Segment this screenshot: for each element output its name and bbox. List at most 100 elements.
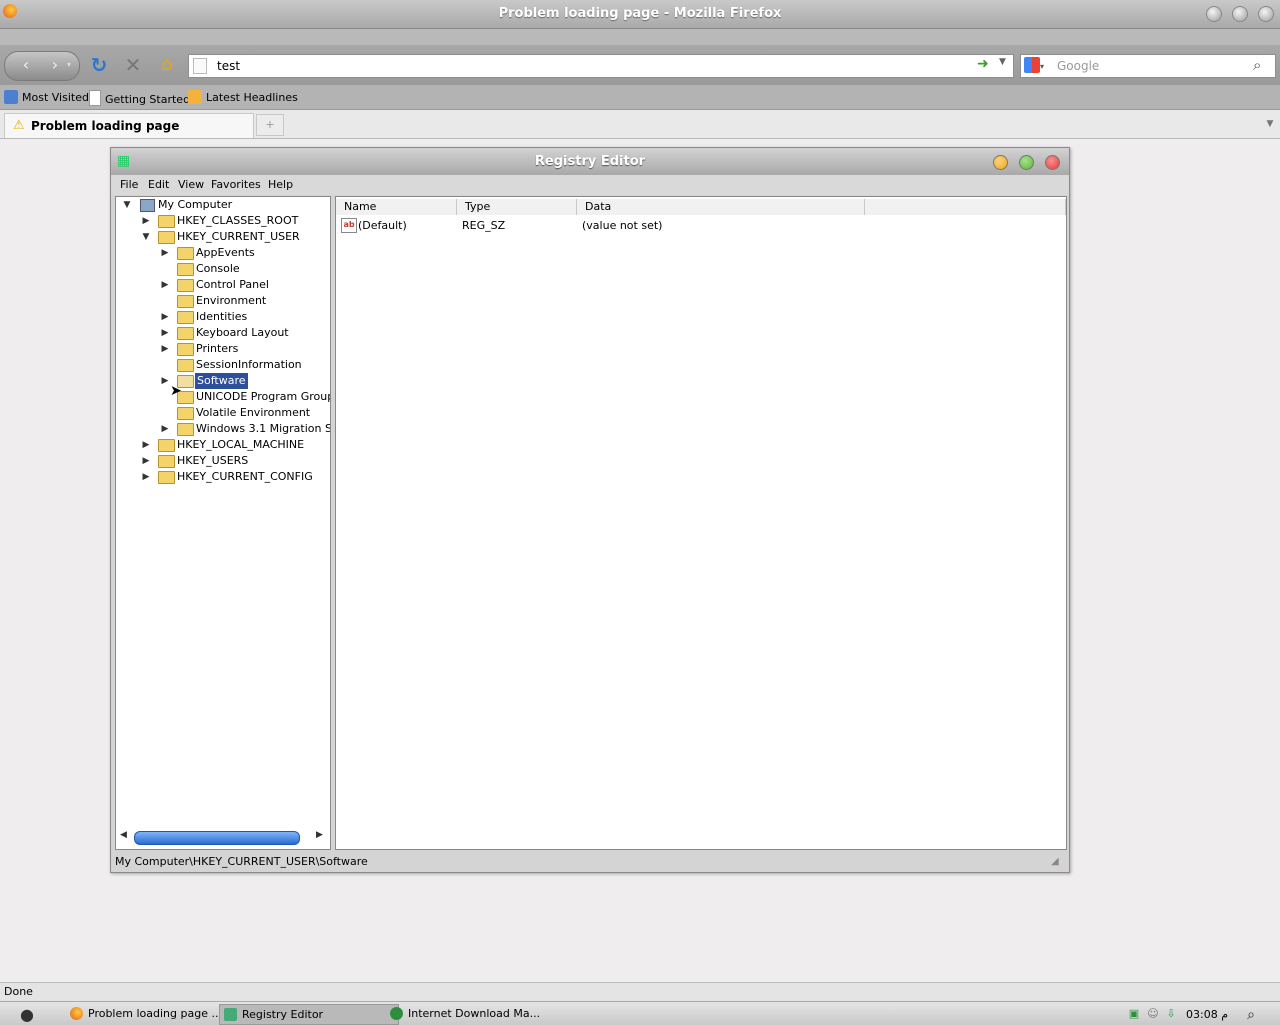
tree-horizontal-scrollbar[interactable]: ◀ ▶ [118,829,328,845]
expand-arrow-icon[interactable]: ▶ [141,453,151,469]
search-magnifier-icon[interactable]: ⌕ [1253,56,1261,74]
status-text: Done [4,985,33,998]
folder-icon [158,215,175,228]
string-value-icon: ab [341,218,357,233]
resize-grip-icon[interactable]: ◢ [1051,856,1063,868]
expand-arrow-icon[interactable]: ▶ [160,245,170,261]
expand-arrow-icon[interactable]: ▶ [141,437,151,453]
expand-arrow-icon[interactable]: ▶ [160,373,170,389]
regedit-icon [224,1008,237,1021]
search-icon[interactable]: ⌕ [1244,1007,1258,1023]
tab-problem-loading[interactable]: ⚠ Problem loading page [4,113,254,138]
close-button[interactable] [1258,6,1274,22]
value-data: (value not set) [582,219,663,232]
expand-arrow-icon[interactable]: ▶ [160,421,170,437]
folder-icon [177,295,194,308]
column-header-type[interactable]: Type [457,199,577,215]
search-engine-selector[interactable]: ▾ [1024,57,1054,75]
column-header-empty [865,199,1066,215]
task-internet-download-manager[interactable]: Internet Download Ma... [386,1004,548,1023]
scrollbar-thumb[interactable] [134,831,300,845]
most-visited-icon [4,90,18,104]
go-arrow-icon[interactable]: ➜ [977,56,989,72]
taskbar: ● Problem loading page ... Registry Edit… [0,1001,1280,1025]
menu-file[interactable]: File [120,178,138,191]
tab-list-button[interactable]: ▼ [1262,114,1278,134]
network-tray-icon[interactable]: ▣ [1127,1007,1141,1021]
firefox-statusbar: Done [0,982,1280,1001]
menu-favorites[interactable]: Favorites [211,178,261,191]
registry-tree-pane[interactable]: ▼ My Computer ▶ HKEY_CLASSES_ROOT ▼ HKEY… [115,196,331,850]
back-button[interactable]: ‹ [11,52,41,78]
column-header-data[interactable]: Data [577,199,865,215]
home-button[interactable]: ⌂ [156,52,178,78]
firefox-menubar [0,29,1280,45]
new-tab-button[interactable]: + [256,114,284,136]
collapse-arrow-icon[interactable]: ▼ [141,229,151,245]
tab-label: Problem loading page [31,119,180,133]
expand-arrow-icon[interactable]: ▶ [160,325,170,341]
mouse-cursor-icon: ➤ [170,383,182,399]
search-input[interactable]: Google [1057,59,1099,73]
regedit-maximize-button[interactable] [1019,155,1034,170]
folder-icon [158,455,175,468]
collapse-arrow-icon[interactable]: ▼ [122,197,132,213]
page-icon [89,90,101,106]
clock: 03:08 م [1186,1008,1229,1021]
folder-icon [177,343,194,356]
menu-view[interactable]: View [178,178,204,191]
bookmark-getting-started[interactable]: Getting Started [89,90,190,108]
folder-icon [177,359,194,372]
download-tray-icon[interactable]: ⇩ [1164,1007,1178,1021]
folder-icon [177,407,194,420]
regedit-titlebar[interactable]: ▦ Registry Editor [111,148,1069,175]
column-header-name[interactable]: Name [336,199,457,215]
folder-icon [177,247,194,260]
firefox-titlebar: Problem loading page - Mozilla Firefox [0,0,1280,29]
menu-help[interactable]: Help [268,178,293,191]
window-title: Problem loading page - Mozilla Firefox [498,6,782,21]
task-registry-editor[interactable]: Registry Editor [219,1004,399,1025]
forward-button[interactable]: › [43,52,67,78]
firefox-icon [70,1007,83,1020]
reload-button[interactable]: ↻ [88,52,110,78]
folder-icon [177,279,194,292]
expand-arrow-icon[interactable]: ▶ [160,277,170,293]
idm-icon [390,1007,403,1020]
folder-icon [158,439,175,452]
messenger-tray-icon[interactable]: ☺ [1146,1007,1160,1021]
regedit-status-path: My Computer\HKEY_CURRENT_USER\Software [115,855,368,868]
folder-icon [177,327,194,340]
search-bar[interactable]: ▾ Google ⌕ [1020,54,1276,78]
folder-icon [158,231,175,244]
expand-arrow-icon[interactable]: ▶ [141,469,151,485]
bookmark-most-visited[interactable]: Most Visited [4,90,89,106]
scroll-left-icon[interactable]: ◀ [120,830,127,840]
url-text[interactable]: test [217,59,240,73]
url-dropdown-icon[interactable]: ▼ [999,57,1006,67]
scroll-right-icon[interactable]: ▶ [316,830,323,840]
history-dropdown-icon[interactable]: ▾ [67,60,71,69]
task-firefox[interactable]: Problem loading page ... [66,1004,228,1023]
stop-button[interactable]: ✕ [122,52,144,78]
expand-arrow-icon[interactable]: ▶ [160,341,170,357]
menu-edit[interactable]: Edit [148,178,169,191]
registry-editor-window: ▦ Registry Editor File Edit View Favorit… [110,147,1070,873]
folder-icon [177,311,194,324]
folder-icon [177,423,194,436]
expand-arrow-icon[interactable]: ▶ [141,213,151,229]
value-row[interactable]: ab (Default) REG_SZ (value not set) [336,217,1064,235]
expand-arrow-icon[interactable]: ▶ [160,309,170,325]
computer-icon [140,199,155,212]
regedit-close-button[interactable] [1045,155,1060,170]
url-bar[interactable]: test ➜ ▼ [188,54,1014,78]
registry-values-pane[interactable]: Name Type Data ab (Default) REG_SZ (valu… [335,196,1067,850]
apple-menu-icon[interactable]: ● [20,1005,34,1024]
regedit-title: Registry Editor [534,154,646,169]
bookmark-latest-headlines[interactable]: Latest Headlines [188,90,298,106]
warning-icon: ⚠ [13,118,25,133]
maximize-button[interactable] [1232,6,1248,22]
regedit-minimize-button[interactable] [993,155,1008,170]
back-forward-group: ‹ › ▾ [4,51,80,81]
minimize-button[interactable] [1206,6,1222,22]
